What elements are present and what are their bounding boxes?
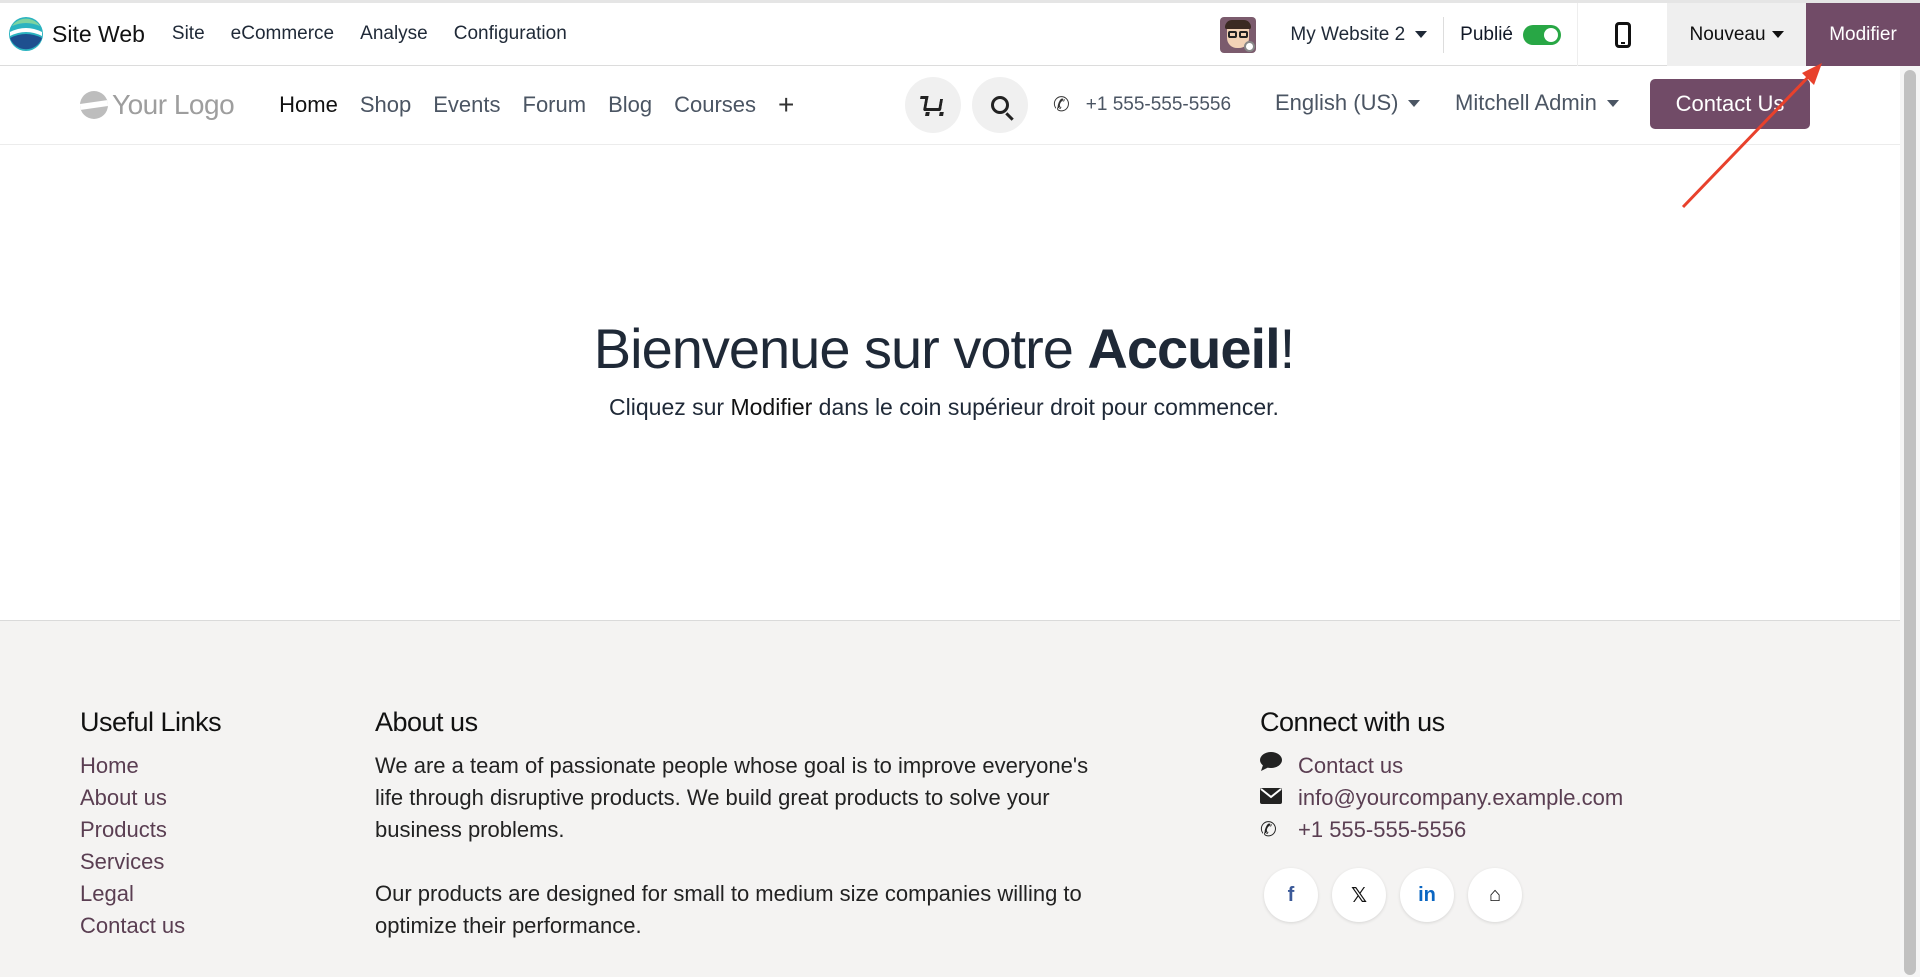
hero-title: Bienvenue sur votre Accueil! <box>0 316 1888 381</box>
about-title: About us <box>375 707 478 737</box>
menu-configuration[interactable]: Configuration <box>441 23 580 45</box>
hero-subtitle: Cliquez sur Modifier dans le coin supéri… <box>0 394 1888 421</box>
logo-icon <box>80 91 108 119</box>
footer-link-services[interactable]: Services <box>80 846 221 878</box>
footer-phone-row[interactable]: ✆ +1 555-555-5556 <box>1260 814 1623 846</box>
contact-us-button[interactable]: Contact Us <box>1650 79 1810 129</box>
search-button[interactable] <box>972 77 1028 133</box>
user-avatar[interactable] <box>1220 16 1257 53</box>
hero-section: Bienvenue sur votre Accueil! Cliquez sur… <box>0 146 1900 620</box>
header-phone-number: +1 555-555-5556 <box>1085 93 1232 115</box>
menu-analyse[interactable]: Analyse <box>347 23 441 45</box>
hero-subtitle-bold: Modifier <box>730 394 813 420</box>
add-page-icon[interactable]: + <box>767 89 805 121</box>
caret-down-icon <box>1408 99 1421 107</box>
website-switcher-label: My Website 2 <box>1290 23 1406 45</box>
connect-title: Connect with us <box>1260 707 1445 737</box>
caret-down-icon <box>1771 31 1784 38</box>
nav-events[interactable]: Events <box>422 92 511 118</box>
connect-column: Connect with us Contact us info@yourcomp… <box>1260 707 1623 922</box>
phone-icon: ✆ <box>1053 94 1070 116</box>
footer-link-home[interactable]: Home <box>80 750 221 782</box>
nav-forum[interactable]: Forum <box>512 92 598 118</box>
nav-home[interactable]: Home <box>268 92 349 118</box>
useful-links-column: Useful Links Home About us Products Serv… <box>80 707 222 942</box>
hero-title-end: ! <box>1279 317 1296 380</box>
website-switcher[interactable]: My Website 2 <box>1290 16 1445 53</box>
facebook-icon[interactable]: f <box>1264 868 1318 922</box>
site-header: Your Logo Home Shop Events Forum Blog Co… <box>0 66 1900 145</box>
header-phone[interactable]: ✆ +1 555-555-5556 <box>1053 92 1231 117</box>
hero-title-text: Bienvenue sur votre <box>593 317 1088 380</box>
new-button-label: Nouveau <box>1689 23 1766 45</box>
language-selector[interactable]: English (US) <box>1275 90 1421 116</box>
site-footer: Useful Links Home About us Products Serv… <box>0 620 1900 977</box>
site-logo[interactable]: Your Logo <box>80 89 235 121</box>
linkedin-icon[interactable]: in <box>1400 868 1454 922</box>
comment-icon <box>1260 750 1298 782</box>
menu-site[interactable]: Site <box>159 23 218 45</box>
admin-navbar: Site Web Site eCommerce Analyse Configur… <box>0 0 1920 66</box>
nav-courses[interactable]: Courses <box>663 92 767 118</box>
search-icon <box>991 96 1009 114</box>
hero-subtitle-text: Cliquez sur <box>609 394 731 420</box>
caret-down-icon <box>1415 31 1428 38</box>
footer-link-about[interactable]: About us <box>80 782 221 814</box>
hero-title-bold: Accueil <box>1087 317 1280 380</box>
footer-phone: +1 555-555-5556 <box>1298 817 1467 842</box>
useful-links-title: Useful Links <box>80 707 222 737</box>
cart-button[interactable] <box>905 77 961 133</box>
footer-link-legal[interactable]: Legal <box>80 878 221 910</box>
app-name[interactable]: Site Web <box>52 21 145 48</box>
footer-contact-row[interactable]: Contact us <box>1260 750 1623 782</box>
x-twitter-icon[interactable]: 𝕏 <box>1332 868 1386 922</box>
admin-menu: Site eCommerce Analyse Configuration <box>159 23 580 45</box>
menu-ecommerce[interactable]: eCommerce <box>218 23 347 45</box>
user-name: Mitchell Admin <box>1455 90 1597 115</box>
envelope-icon <box>1260 782 1298 814</box>
about-paragraph: We are a team of passionate people whose… <box>375 753 1089 842</box>
language-label: English (US) <box>1275 90 1399 115</box>
page-scrollbar[interactable] <box>1900 66 1920 977</box>
toggle-switch[interactable] <box>1523 24 1561 45</box>
mobile-phone-icon <box>1614 21 1631 48</box>
admin-right-tools: My Website 2 Publié Nouveau Modifier <box>1220 3 1920 66</box>
logo-text: Your Logo <box>112 89 235 120</box>
footer-email: info@yourcompany.example.com <box>1298 785 1624 810</box>
publish-label: Publié <box>1460 23 1513 45</box>
about-paragraph-2: Our products are designed for small to m… <box>375 881 1082 938</box>
about-column: About us We are a team of passionate peo… <box>375 707 1095 942</box>
new-button[interactable]: Nouveau <box>1667 3 1806 66</box>
user-menu[interactable]: Mitchell Admin <box>1455 90 1619 116</box>
edit-button[interactable]: Modifier <box>1806 3 1920 66</box>
caret-down-icon <box>1606 99 1619 107</box>
phone-icon: ✆ <box>1260 819 1277 841</box>
website-app-icon[interactable] <box>8 16 44 52</box>
nav-blog[interactable]: Blog <box>597 92 663 118</box>
hero-subtitle-text-2: dans le coin supérieur droit pour commen… <box>812 394 1279 420</box>
footer-email-row[interactable]: info@yourcompany.example.com <box>1260 782 1623 814</box>
site-nav: Home Shop Events Forum Blog Courses + <box>268 89 805 121</box>
footer-link-products[interactable]: Products <box>80 814 221 846</box>
footer-link-contact[interactable]: Contact us <box>80 910 221 942</box>
scroll-thumb[interactable] <box>1904 70 1916 975</box>
nav-shop[interactable]: Shop <box>349 92 422 118</box>
publish-toggle[interactable]: Publié <box>1444 24 1577 46</box>
mobile-preview-button[interactable] <box>1577 3 1667 66</box>
home-icon[interactable]: ⌂ <box>1468 868 1522 922</box>
social-links: f 𝕏 in ⌂ <box>1264 868 1623 922</box>
footer-contact-link: Contact us <box>1298 753 1404 778</box>
shopping-cart-icon <box>922 99 944 111</box>
